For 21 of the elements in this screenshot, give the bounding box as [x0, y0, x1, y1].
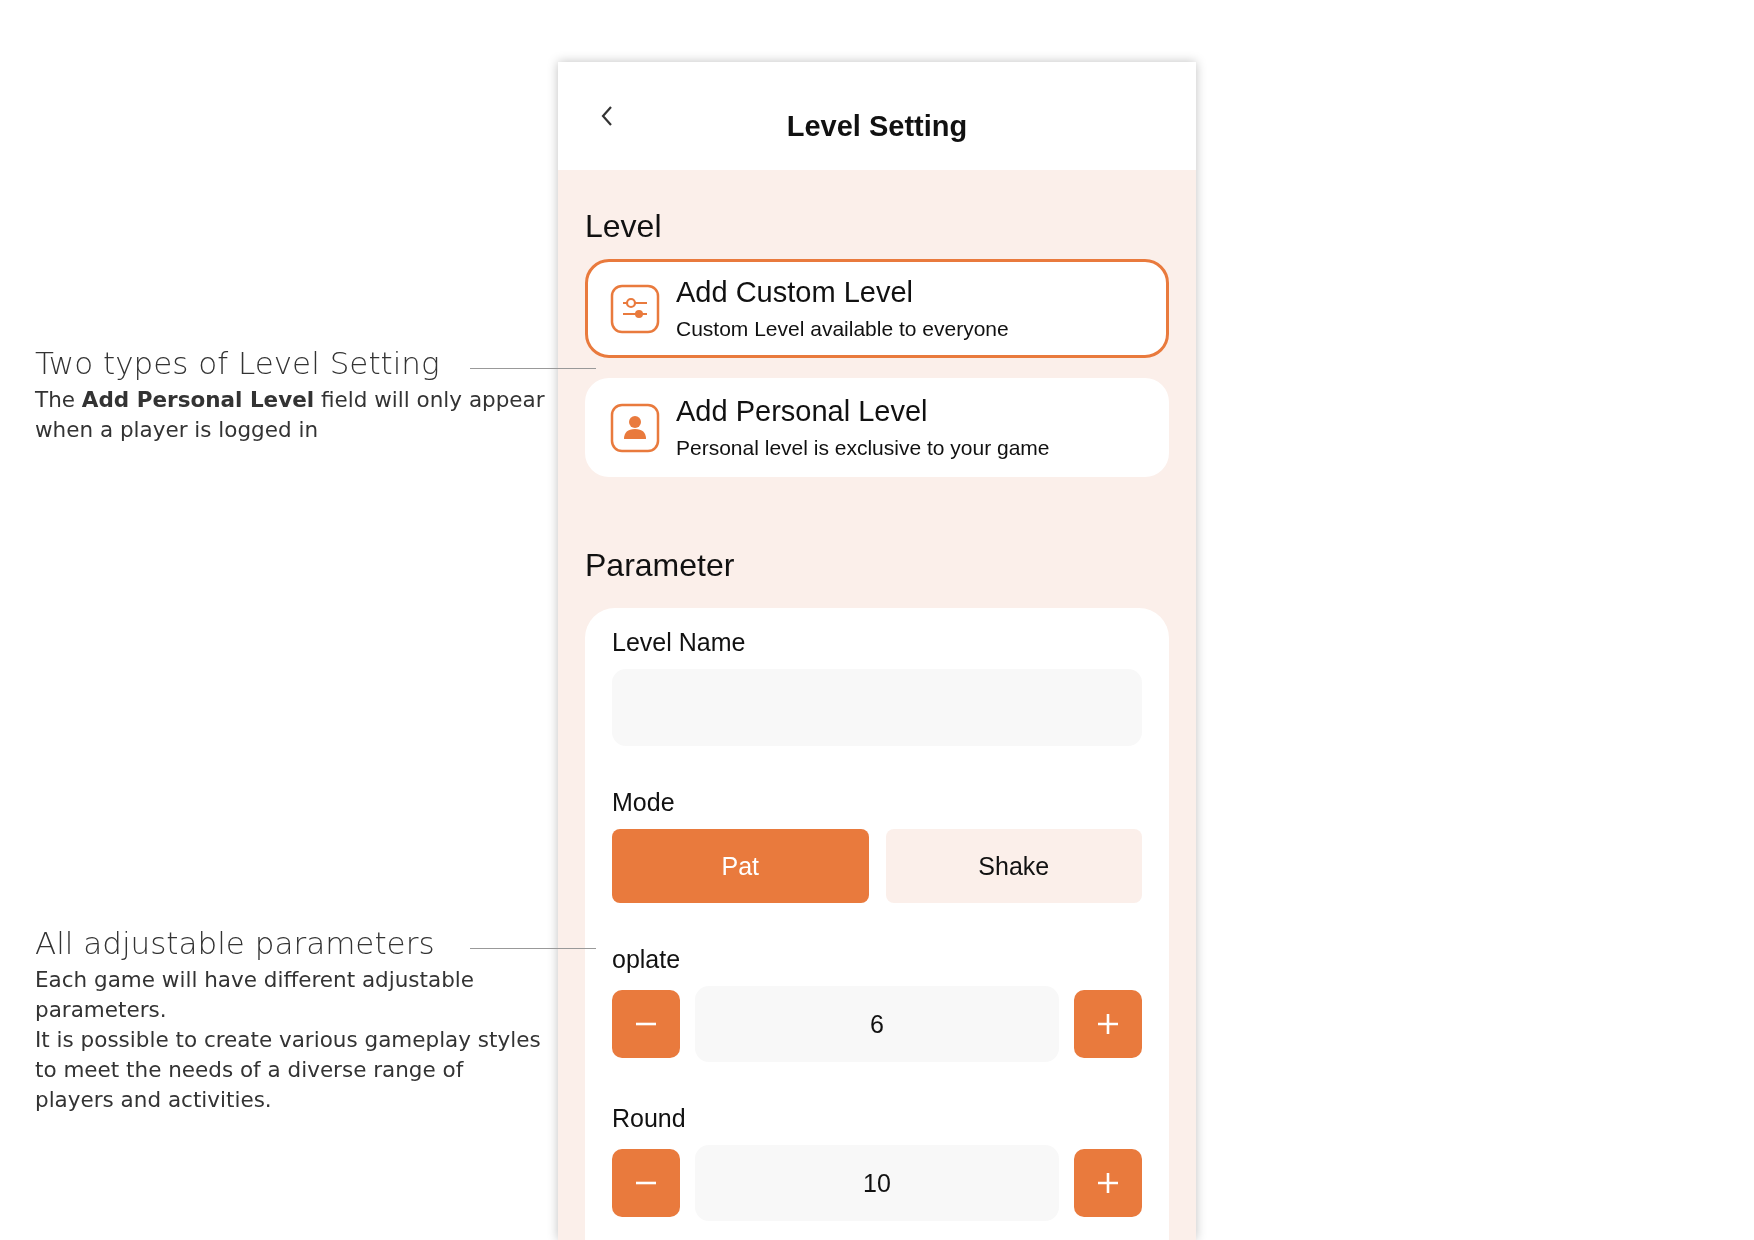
option-subtitle: Personal level is exclusive to your game [676, 436, 1050, 460]
field-label: Level Name [612, 628, 747, 657]
level-option-card[interactable]: Add Personal Level Personal level is exclusive to your game [585, 378, 1169, 477]
field-label: Round [612, 1104, 687, 1133]
option-title: Add Custom Level [676, 276, 914, 309]
stepper-value: 6 [695, 986, 1059, 1062]
annotation-text: The Add Personal Level field will only appear when a player is logged in [35, 386, 545, 444]
option-subtitle: Custom Level available to everyone [676, 317, 1009, 341]
annotation-title: Two types of Level Setting [35, 344, 440, 383]
option-title: Add Personal Level [676, 395, 929, 428]
section-heading: Parameter [585, 547, 736, 584]
annotation-title: All adjustable parameters [35, 924, 435, 963]
section-heading: Level [585, 208, 663, 245]
annotation-text: Each game will have different adjustable parameters. [35, 966, 476, 1024]
field-label: oplate [612, 945, 682, 974]
level-option-card[interactable]: Add Custom Level Custom Level available to everyone [585, 259, 1169, 358]
annotation-text: It is possible to create various gameplay styles to meet the needs of a diverse range of players and activities. [35, 1026, 542, 1114]
field-label: Mode [612, 788, 676, 817]
mode-option[interactable]: Shake [885, 829, 1142, 903]
screen-title: Level Setting [786, 109, 968, 143]
stepper-value: 10 [695, 1145, 1059, 1221]
